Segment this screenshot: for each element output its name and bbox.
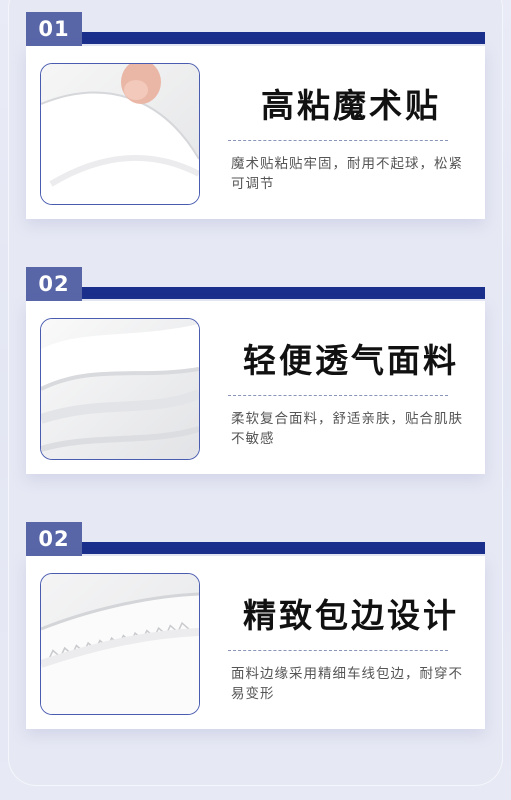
feature-description: 面料边缘采用精细车线包边，耐穿不易变形 (231, 666, 463, 702)
feature-card: 轻便透气面料 柔软复合面料，舒适亲肤，贴合肌肤不敏感 (26, 301, 485, 474)
section-number-tab: 01 (26, 12, 82, 46)
stitched-edge-image (40, 573, 200, 715)
section-header-bar (82, 287, 485, 299)
section-number-tab: 02 (26, 522, 82, 556)
section-header-bar (82, 32, 485, 44)
feature-description: 柔软复合面料，舒适亲肤，贴合肌肤不敏感 (231, 411, 463, 447)
feature-title: 精致包边设计 (243, 596, 459, 635)
section-number-tab: 02 (26, 267, 82, 301)
dashed-divider (228, 395, 448, 396)
feature-card: 精致包边设计 面料边缘采用精细车线包边，耐穿不易变形 (26, 556, 485, 729)
feature-title: 高粘魔术贴 (261, 86, 441, 125)
velcro-closeup-image (40, 63, 200, 205)
feature-card: 高粘魔术贴 魔术贴粘贴牢固，耐用不起球，松紧可调节 (26, 46, 485, 219)
fabric-folds-image (40, 318, 200, 460)
feature-title: 轻便透气面料 (243, 341, 459, 380)
dashed-divider (228, 650, 448, 651)
feature-section-3: 02 精致包边设计 面料边缘采用精细车线包边，耐穿不易变形 (0, 522, 511, 752)
section-header-bar (82, 542, 485, 554)
dashed-divider (228, 140, 448, 141)
feature-section-2: 02 轻便透气面料 柔软复合面料，舒适亲肤，贴合肌肤不敏感 (0, 267, 511, 497)
feature-section-1: 01 高粘魔术贴 魔术贴粘贴牢固，耐用不起球，松紧可调节 (0, 12, 511, 242)
feature-description: 魔术贴粘贴牢固，耐用不起球，松紧可调节 (231, 156, 463, 192)
